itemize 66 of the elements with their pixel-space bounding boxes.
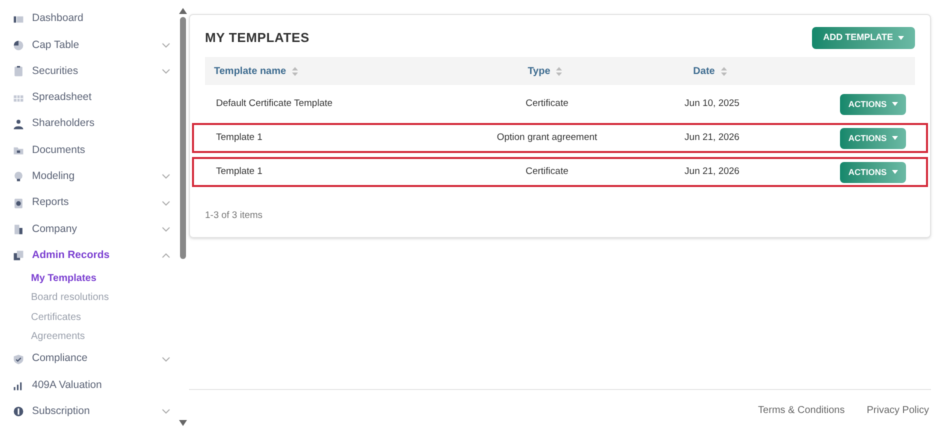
caret-icon xyxy=(892,102,898,106)
sort-icon[interactable] xyxy=(556,66,562,76)
caret-icon xyxy=(892,170,898,174)
chevron-icon xyxy=(162,42,170,48)
menu-icon xyxy=(13,14,24,25)
sidebar-item[interactable]: Shareholders xyxy=(0,111,178,138)
menu-icon xyxy=(13,406,24,418)
menu-icon xyxy=(13,40,24,51)
chevron-icon xyxy=(162,69,170,74)
sort-icon[interactable] xyxy=(292,66,298,76)
sidebar-item[interactable]: Admin Records xyxy=(0,242,178,269)
table-cell: Jun 10, 2025 xyxy=(684,98,740,109)
column-header[interactable]: Type xyxy=(528,64,550,78)
menu-icon xyxy=(13,198,24,209)
menu-icon xyxy=(13,145,24,156)
sidebar-item[interactable]: Documents xyxy=(0,137,178,164)
table-cell: Jun 21, 2026 xyxy=(684,166,740,177)
menu-icon xyxy=(13,92,24,104)
sidebar-item[interactable]: Company xyxy=(0,216,178,243)
sidebar-item[interactable]: Modeling xyxy=(0,164,178,190)
chevron-icon xyxy=(162,253,170,258)
sidebar-item[interactable]: Reports xyxy=(0,190,178,216)
table-cell: Option grant agreement xyxy=(496,132,598,143)
actions-button[interactable]: ACTIONS xyxy=(840,128,906,148)
sidebar-item[interactable]: Dashboard xyxy=(0,6,178,32)
chevron-icon xyxy=(162,174,170,180)
menu-icon xyxy=(13,118,24,130)
menu-icon xyxy=(13,224,24,236)
chevron-icon xyxy=(162,200,170,206)
sidebar-item[interactable]: 409A Valuation xyxy=(0,372,178,399)
chevron-icon xyxy=(162,227,170,232)
sidebar-item[interactable]: Compliance xyxy=(0,346,178,372)
actions-button[interactable]: ACTIONS xyxy=(840,162,906,182)
table-cell: Certificate xyxy=(526,166,568,177)
sidebar-item[interactable]: Securities xyxy=(0,58,178,85)
table-cell: Default Certificate Template xyxy=(216,98,333,109)
table-cell: Certificate xyxy=(526,98,568,109)
footer-link[interactable]: Privacy Policy xyxy=(866,403,929,418)
sidebar-item[interactable]: Subscription xyxy=(0,398,178,426)
table-cell: Template 1 xyxy=(216,166,262,177)
chevron-icon xyxy=(162,356,170,362)
caret-icon xyxy=(892,136,898,140)
scrollbar[interactable] xyxy=(178,8,188,426)
submenu-item[interactable]: My Templates xyxy=(0,268,178,288)
card-title: MY TEMPLATES xyxy=(205,29,310,48)
scroll-up-icon[interactable] xyxy=(179,8,187,14)
pagination-text: 1-3 of 3 items xyxy=(205,209,264,223)
menu-icon xyxy=(13,354,24,365)
sort-icon[interactable] xyxy=(720,66,727,76)
chevron-icon xyxy=(162,409,170,414)
footer-link[interactable]: Terms & Conditions xyxy=(758,403,845,418)
menu-icon xyxy=(13,171,24,182)
sidebar-item[interactable]: Spreadsheet xyxy=(0,84,178,112)
caret-icon xyxy=(898,36,904,40)
table-cell: Template 1 xyxy=(216,132,262,143)
sidebar-item[interactable]: Cap Table xyxy=(0,32,178,59)
menu-icon xyxy=(13,380,24,392)
column-header[interactable]: Date xyxy=(693,64,715,78)
table-cell: Jun 21, 2026 xyxy=(684,132,740,143)
menu-icon xyxy=(13,66,24,78)
column-header[interactable]: Template name xyxy=(214,64,286,78)
scrollbar-thumb[interactable] xyxy=(180,17,186,259)
actions-button[interactable]: ACTIONS xyxy=(840,94,906,114)
menu-icon xyxy=(13,250,24,262)
scroll-down-icon[interactable] xyxy=(179,420,187,426)
add-template-button[interactable]: ADD TEMPLATE xyxy=(812,27,915,49)
